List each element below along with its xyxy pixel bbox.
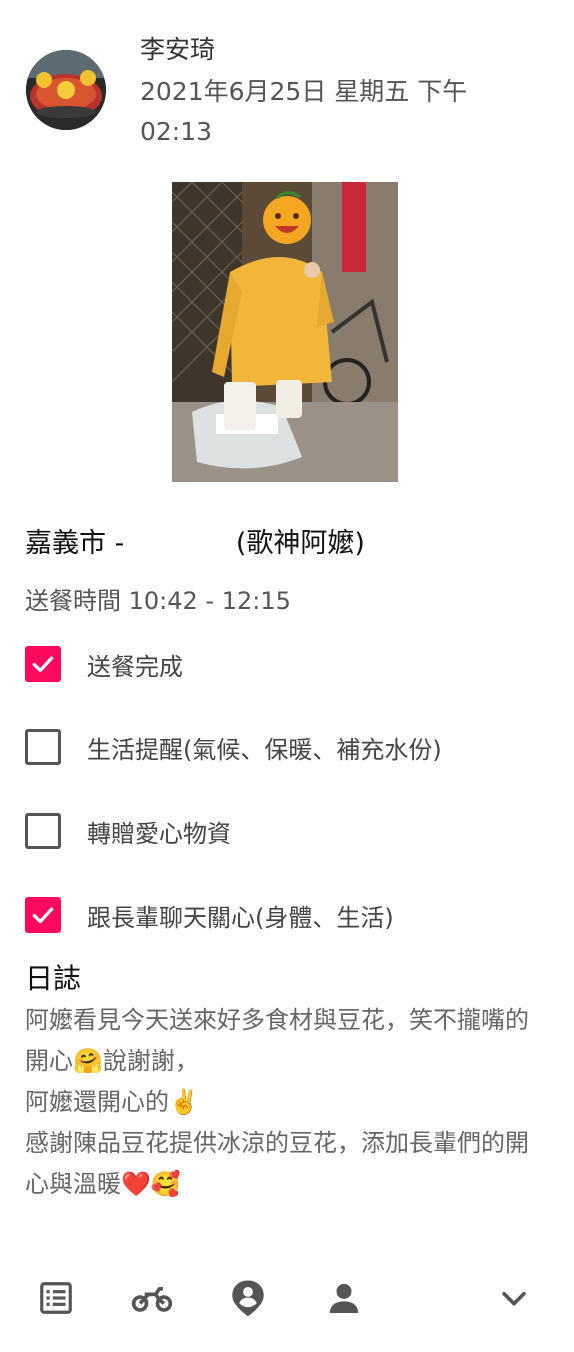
list-icon[interactable] — [34, 1276, 78, 1320]
post-timestamp: 2021年6月25日 星期五 下午 02:13 — [140, 77, 468, 146]
avatar[interactable] — [26, 50, 106, 130]
task-donate-supplies[interactable]: 轉贈愛心物資 — [25, 812, 231, 850]
delivery-place: 嘉義市 - (歌神阿嬤) — [25, 528, 365, 559]
task-chat-care[interactable]: 跟長輩聊天關心(身體、生活) — [25, 896, 394, 934]
checkbox-checked[interactable] — [25, 646, 61, 682]
delivery-photo[interactable] — [172, 182, 398, 482]
task-label: 轉贈愛心物資 — [87, 819, 231, 848]
person-icon[interactable] — [322, 1276, 366, 1320]
task-label: 生活提醒(氣候、保暖、補充水份) — [87, 735, 442, 764]
checkmark-icon — [32, 656, 54, 673]
checkbox-unchecked[interactable] — [25, 729, 61, 765]
log-body: 阿嬤看見今天送來好多食材與豆花，笑不攏嘴的開心🤗說謝謝， 阿嬤還開心的✌️ 感謝… — [25, 1006, 529, 1198]
motorcycle-icon[interactable] — [130, 1276, 174, 1320]
checkbox-unchecked[interactable] — [25, 813, 61, 849]
task-life-reminder[interactable]: 生活提醒(氣候、保暖、補充水份) — [25, 728, 442, 766]
delivery-time: 送餐時間 10:42 - 12:15 — [25, 587, 291, 615]
bottom-nav — [0, 1268, 574, 1328]
chevron-down-icon[interactable] — [492, 1276, 536, 1320]
task-label: 送餐完成 — [87, 652, 183, 681]
checkmark-icon — [32, 907, 54, 924]
task-meal-delivered[interactable]: 送餐完成 — [25, 645, 183, 683]
log-title: 日誌 — [25, 962, 82, 995]
author-name: 李安琦 — [140, 35, 216, 64]
checkbox-checked[interactable] — [25, 897, 61, 933]
task-label: 跟長輩聊天關心(身體、生活) — [87, 903, 394, 932]
location-person-icon[interactable] — [226, 1276, 270, 1320]
